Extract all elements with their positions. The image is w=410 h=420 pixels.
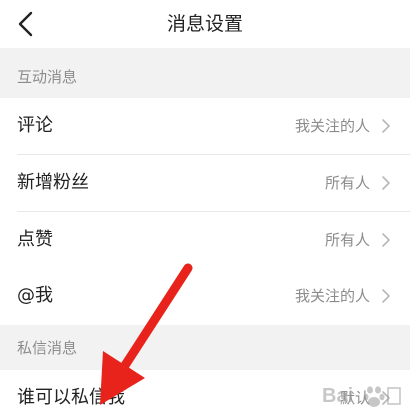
row-value: 我关注的人 [294, 287, 370, 305]
row-label: 点赞 [17, 229, 53, 250]
settings-row-likes[interactable]: 点赞 所有人 [0, 212, 410, 269]
row-value: 所有人 [324, 231, 370, 249]
row-value: 我关注的人 [294, 117, 370, 135]
row-label: 新增粉丝 [17, 172, 89, 193]
chevron-right-icon [382, 289, 390, 303]
row-label: 谁可以私信我 [17, 387, 125, 408]
row-value: 所有人 [324, 174, 370, 192]
row-label: 评论 [17, 115, 53, 136]
chevron-right-icon [382, 391, 390, 405]
settings-row-mentions[interactable]: @我 我关注的人 [0, 268, 410, 325]
top-bar: 消息设置 [0, 0, 410, 48]
chevron-right-icon [382, 233, 390, 247]
settings-row-who-can-message[interactable]: 谁可以私信我 默认 [0, 370, 410, 420]
row-value: 默认 [339, 389, 370, 407]
settings-row-comment[interactable]: 评论 我关注的人 [0, 98, 410, 155]
back-button[interactable] [8, 6, 44, 42]
chevron-left-icon [18, 11, 33, 37]
row-label: @我 [17, 285, 53, 306]
chevron-right-icon [382, 119, 390, 133]
page-title: 消息设置 [166, 13, 243, 35]
chevron-right-icon [382, 176, 390, 190]
settings-row-new-followers[interactable]: 新增粉丝 所有人 [0, 155, 410, 212]
section-header-interactive: 互动消息 [0, 54, 410, 100]
section-header-private-messages: 私信消息 [0, 325, 410, 371]
